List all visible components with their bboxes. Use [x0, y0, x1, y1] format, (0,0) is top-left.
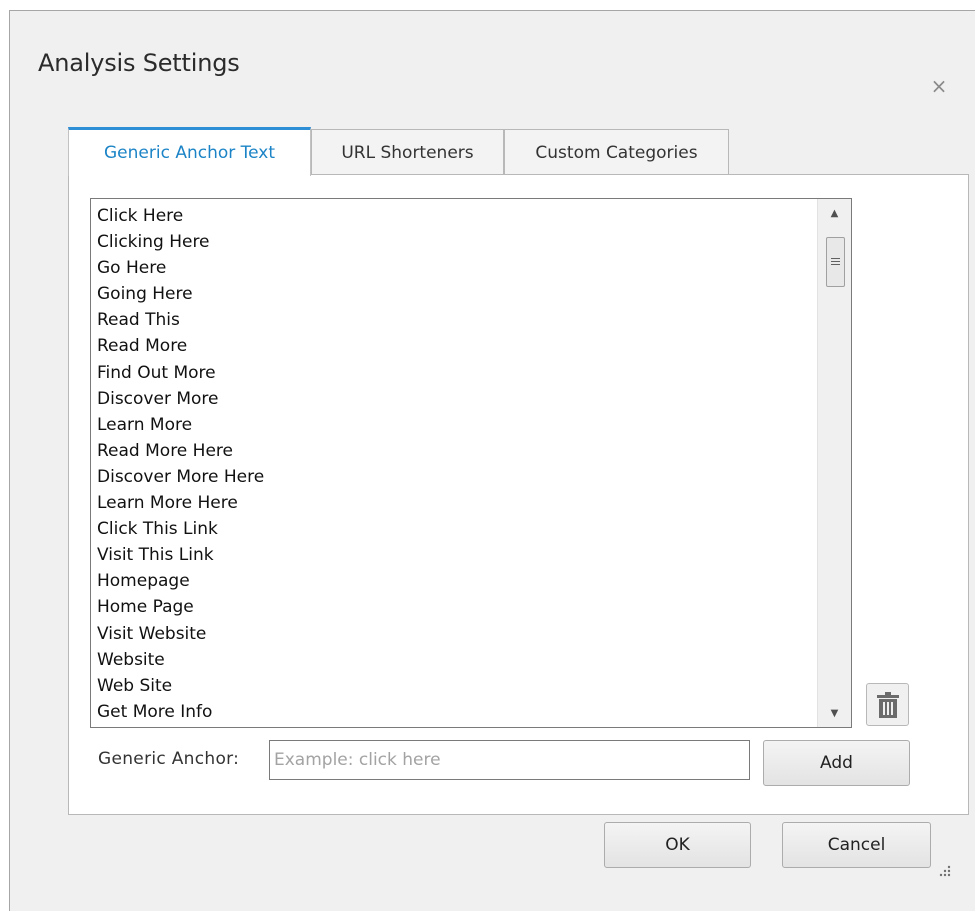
scrollbar-thumb[interactable] [826, 237, 845, 287]
list-item[interactable]: Click Here [97, 203, 807, 229]
add-button[interactable]: Add [763, 740, 910, 786]
list-scrollbar[interactable]: ▲ ▼ [817, 199, 851, 727]
list-item[interactable]: Discover More [97, 386, 807, 412]
generic-anchor-listbox[interactable]: Click Here Clicking Here Go Here Going Here… [90, 198, 852, 728]
list-item[interactable]: Home Page [97, 594, 807, 620]
list-item[interactable]: Click This Link [97, 516, 807, 542]
list-item[interactable]: Homepage [97, 568, 807, 594]
arrow-up-icon[interactable]: ▲ [818, 201, 851, 225]
generic-anchor-input[interactable] [269, 740, 750, 780]
list-item[interactable]: Learn More [97, 412, 807, 438]
list-item[interactable]: Going Here [97, 281, 807, 307]
tab-label: URL Shorteners [341, 143, 474, 163]
list-item[interactable]: Visit This Link [97, 542, 807, 568]
delete-item-button[interactable] [866, 683, 909, 726]
generic-anchor-label: Generic Anchor: [98, 749, 240, 769]
list-item[interactable]: Clicking Here [97, 229, 807, 255]
ok-button[interactable]: OK [604, 822, 751, 868]
list-item[interactable]: Read This [97, 307, 807, 333]
close-icon[interactable]: × [929, 76, 949, 96]
list-item[interactable]: Get More Info [97, 699, 807, 725]
list-item[interactable]: Read More Here [97, 438, 807, 464]
list-items: Click Here Clicking Here Go Here Going Here… [97, 203, 807, 725]
tab-generic-anchor-text[interactable]: Generic Anchor Text [68, 127, 311, 176]
tab-label: Custom Categories [535, 143, 698, 163]
arrow-down-icon[interactable]: ▼ [818, 701, 851, 725]
cancel-button[interactable]: Cancel [782, 822, 931, 868]
tab-custom-categories[interactable]: Custom Categories [504, 129, 729, 176]
list-item[interactable]: Go Here [97, 255, 807, 281]
list-item[interactable]: Visit Website [97, 621, 807, 647]
list-item[interactable]: Website [97, 647, 807, 673]
trash-icon [876, 691, 899, 718]
list-item[interactable]: Read More [97, 333, 807, 359]
tab-url-shorteners[interactable]: URL Shorteners [311, 129, 504, 176]
tab-panel-generic-anchor-text: Click Here Clicking Here Go Here Going Here… [68, 174, 969, 815]
analysis-settings-dialog: Analysis Settings × Generic Anchor Text … [9, 10, 975, 911]
list-item[interactable]: Discover More Here [97, 464, 807, 490]
resize-grip-icon[interactable] [933, 863, 953, 883]
grip-icon [831, 257, 840, 267]
list-item[interactable]: Web Site [97, 673, 807, 699]
tab-label: Generic Anchor Text [103, 143, 276, 163]
list-item[interactable]: Learn More Here [97, 490, 807, 516]
dialog-title: Analysis Settings [38, 49, 240, 77]
list-item[interactable]: Find Out More [97, 360, 807, 386]
